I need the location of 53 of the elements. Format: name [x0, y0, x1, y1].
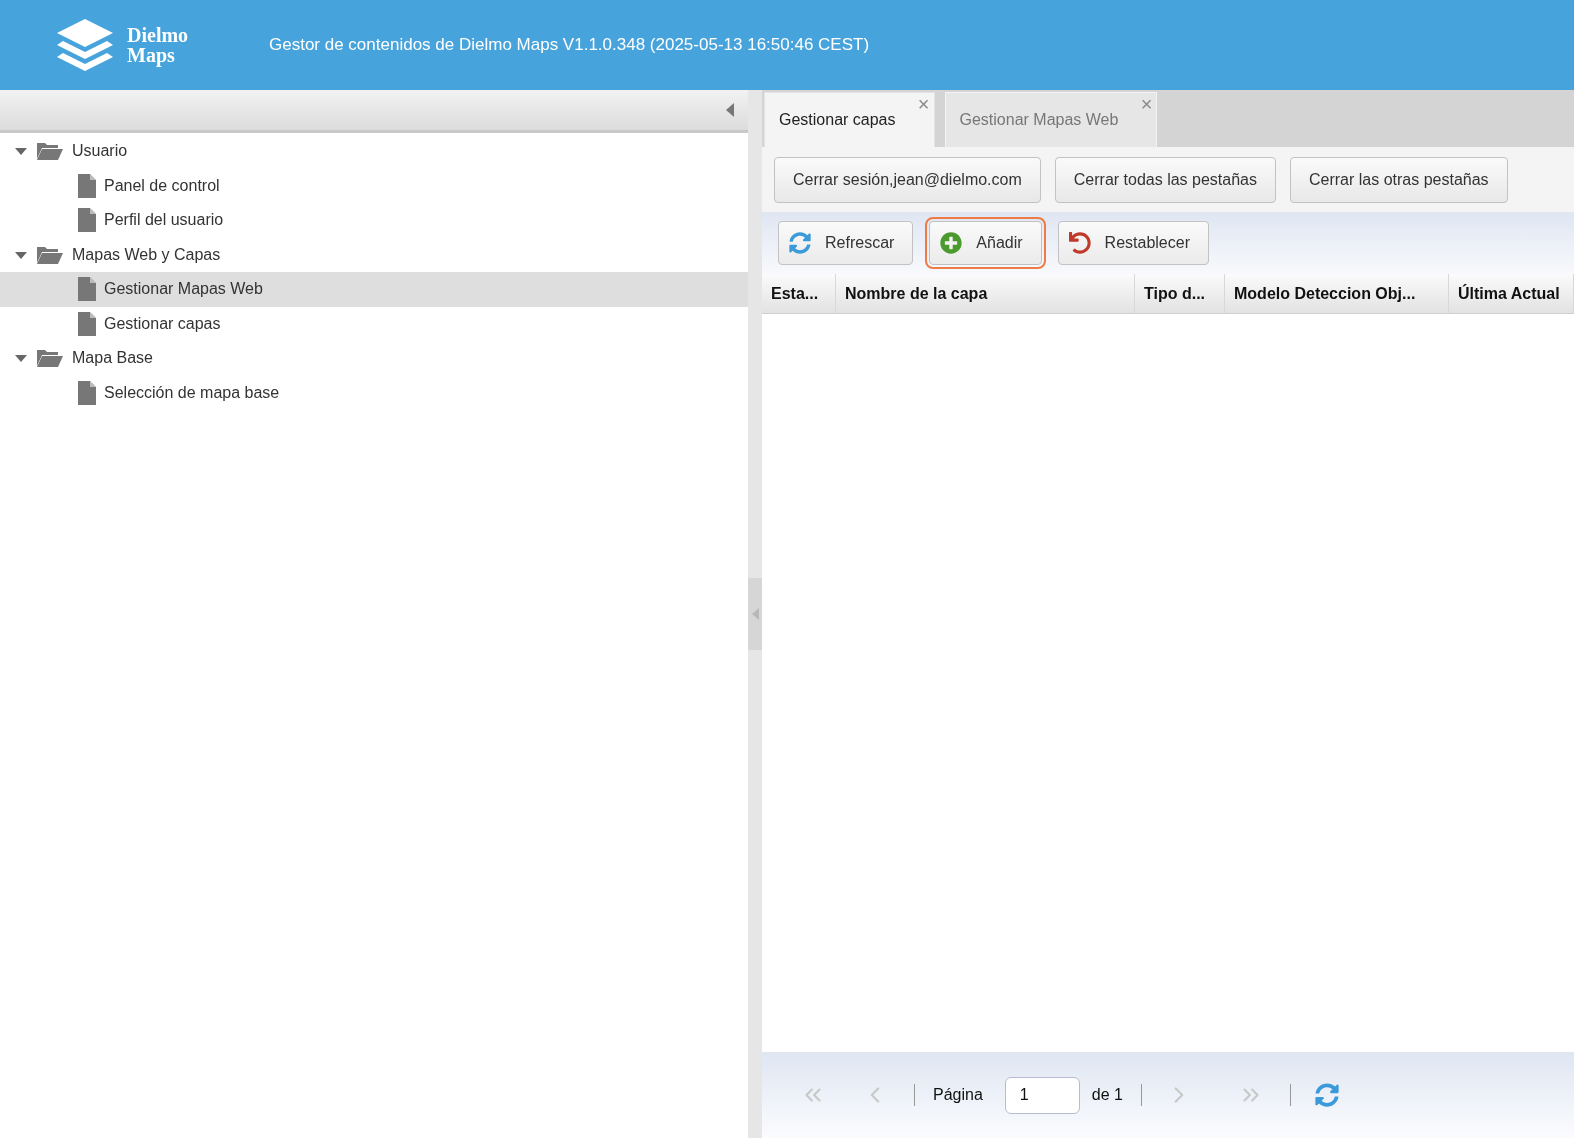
document-icon	[78, 208, 96, 233]
tree-label: Usuario	[72, 141, 128, 162]
tree-label: Selección de mapa base	[104, 382, 280, 403]
tree-label: Mapas Web y Capas	[72, 244, 221, 265]
layers-logo-icon	[55, 17, 115, 73]
column-header[interactable]: Tipo d...	[1135, 274, 1225, 313]
tree-label: Perfil del usuario	[104, 210, 224, 231]
document-icon	[78, 173, 96, 198]
column-header[interactable]: Última Actual	[1449, 274, 1574, 313]
logo-text: Dielmo	[127, 25, 190, 45]
document-icon	[78, 277, 96, 302]
tree-item[interactable]: Mapas Web y Capas	[0, 237, 748, 272]
column-header[interactable]: Nombre de la capa	[836, 274, 1135, 313]
page-count: de 1	[1091, 1085, 1123, 1105]
expand-handle-icon[interactable]	[751, 608, 759, 620]
refresh-icon	[789, 232, 811, 254]
tree-label: Mapa Base	[72, 348, 153, 369]
page-field[interactable]: 1	[1004, 1076, 1080, 1114]
expand-caret-icon[interactable]	[14, 249, 28, 260]
tree-label: Panel de control	[104, 175, 220, 196]
column-header[interactable]: Esta...	[762, 274, 836, 313]
app-title: Gestor de contenidos de Dielmo Maps V1.1.0.348 (2025-05-13 16:50:46 CEST)	[269, 34, 870, 57]
splitter[interactable]	[748, 90, 762, 1138]
refresh-icon[interactable]	[1314, 1083, 1339, 1107]
folder-icon	[36, 244, 64, 265]
tree-label: Gestionar Mapas Web	[104, 279, 263, 300]
tree-item[interactable]: Panel de control	[0, 168, 748, 203]
expand-caret-icon[interactable]	[14, 146, 28, 157]
tree-item[interactable]: Gestionar Mapas Web	[0, 272, 748, 307]
tree-item[interactable]: Selección de mapa base	[0, 375, 748, 410]
reset-icon	[1068, 232, 1091, 254]
column-header[interactable]: Modelo Deteccion Obj...	[1225, 274, 1449, 313]
collapse-icon[interactable]	[726, 103, 734, 117]
expand-caret-icon[interactable]	[14, 353, 28, 364]
logo-text: Maps	[127, 45, 176, 65]
session-button[interactable]: Cerrar las otras pestañas	[1290, 156, 1508, 203]
toolbar-button[interactable]: Restablecer	[1057, 221, 1209, 265]
toolbar-button[interactable]: Refrescar	[778, 221, 914, 265]
tab[interactable]: Gestionar Mapas Web ×	[944, 92, 1158, 147]
tab[interactable]: Gestionar capas ×	[764, 92, 935, 147]
tree-item[interactable]: Usuario	[0, 134, 748, 169]
session-button[interactable]: Cerrar todas las pestañas	[1054, 156, 1276, 203]
tree-item[interactable]: Mapa Base	[0, 341, 748, 376]
tree-label: Gestionar capas	[104, 313, 221, 334]
page-label: Página	[933, 1085, 983, 1105]
folder-icon	[36, 141, 64, 162]
tree-item[interactable]: Perfil del usuario	[0, 203, 748, 238]
session-button[interactable]: Cerrar sesión,jean@dielmo.com	[774, 156, 1041, 203]
document-icon	[78, 380, 96, 405]
folder-icon	[36, 348, 64, 369]
document-icon	[78, 311, 96, 336]
add-icon	[940, 232, 963, 254]
tree-item[interactable]: Gestionar capas	[0, 306, 748, 341]
